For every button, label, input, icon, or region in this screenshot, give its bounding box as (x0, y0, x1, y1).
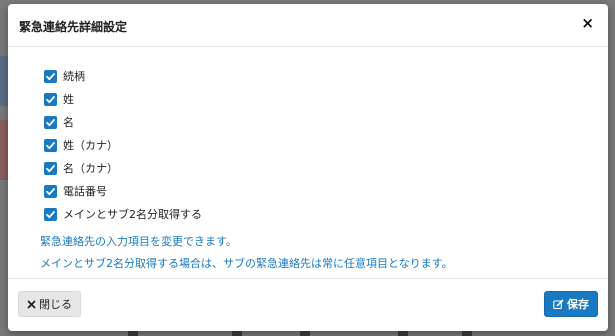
modal-footer: 閉じる 保存 (8, 278, 608, 331)
save-button-label: 保存 (567, 298, 589, 311)
checkbox-checked-icon[interactable] (44, 207, 57, 221)
checkbox-checked-icon[interactable] (44, 69, 57, 83)
checkbox-label: 続柄 (63, 70, 85, 83)
checkbox-checked-icon[interactable] (44, 138, 57, 152)
checkbox-label: 電話番号 (63, 185, 107, 198)
checkbox-row[interactable]: 姓 (44, 91, 74, 107)
save-button[interactable]: 保存 (544, 291, 598, 317)
checkbox-label: 姓 (63, 93, 74, 106)
close-icon (27, 300, 36, 309)
settings-modal: 緊急連絡先詳細設定 × 続柄 姓 名 姓（カナ） 名（カナ） 電話番号 メインと… (8, 4, 608, 331)
checkbox-label: 名（カナ） (63, 162, 118, 175)
checkbox-row[interactable]: 続柄 (44, 68, 85, 84)
checkbox-checked-icon[interactable] (44, 115, 57, 129)
checkbox-label: メインとサブ2名分取得する (63, 208, 202, 221)
help-note: 緊急連絡先の入力項目を変更できます。 (40, 235, 237, 248)
modal-header: 緊急連絡先詳細設定 × (8, 4, 608, 47)
checkbox-checked-icon[interactable] (44, 161, 57, 175)
checkbox-row[interactable]: 名（カナ） (44, 160, 118, 176)
modal-title: 緊急連絡先詳細設定 (19, 20, 128, 34)
help-note: メインとサブ2名分取得する場合は、サブの緊急連絡先は常に任意項目となります。 (40, 257, 453, 270)
close-icon[interactable]: × (581, 16, 594, 31)
checkbox-row[interactable]: 姓（カナ） (44, 137, 118, 153)
close-button[interactable]: 閉じる (18, 291, 81, 317)
checkbox-checked-icon[interactable] (44, 92, 57, 106)
checkbox-row[interactable]: メインとサブ2名分取得する (44, 206, 202, 222)
checkbox-row[interactable]: 電話番号 (44, 183, 107, 199)
checkbox-label: 名 (63, 116, 74, 129)
checkbox-row[interactable]: 名 (44, 114, 74, 130)
modal-body: 続柄 姓 名 姓（カナ） 名（カナ） 電話番号 メインとサブ2名分取得する 緊急… (8, 47, 608, 279)
edit-icon (553, 299, 564, 310)
checkbox-checked-icon[interactable] (44, 184, 57, 198)
checkbox-label: 姓（カナ） (63, 139, 118, 152)
close-button-label: 閉じる (39, 298, 72, 311)
